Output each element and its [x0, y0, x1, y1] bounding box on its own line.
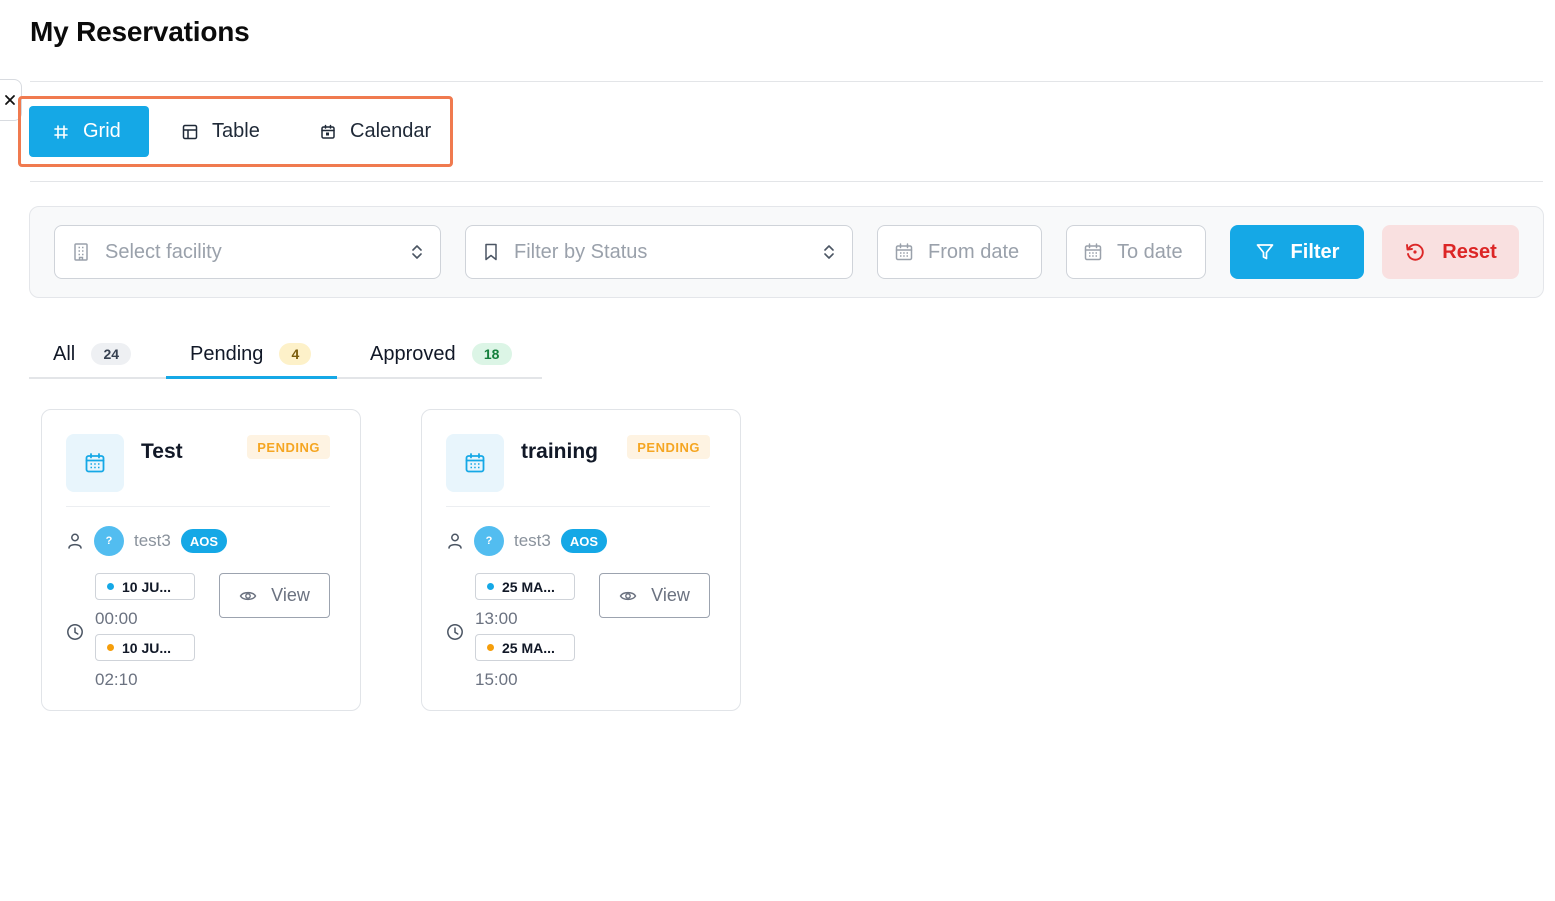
- table-icon: [182, 124, 198, 139]
- start-date: 10 JU...: [122, 578, 172, 595]
- filter-button-label: Filter: [1290, 240, 1340, 263]
- to-date-input[interactable]: To date: [1066, 225, 1206, 279]
- reset-icon: [1406, 243, 1424, 261]
- card-divider: [66, 506, 330, 507]
- view-table-label: Table: [212, 120, 260, 142]
- reservation-title: Test: [141, 440, 183, 463]
- status-badge: PENDING: [247, 435, 330, 459]
- view-switcher-divider: [30, 181, 1543, 182]
- tab-approved-count: 18: [471, 343, 512, 365]
- tab-approved-label: Approved: [370, 342, 456, 365]
- status-badge: PENDING: [627, 435, 710, 459]
- reservation-calendar-icon-box: [446, 434, 504, 492]
- reset-button[interactable]: Reset: [1382, 225, 1519, 279]
- calendar-icon: [321, 124, 335, 139]
- end-dot-icon: [487, 644, 494, 651]
- end-dot-icon: [107, 644, 114, 651]
- facility-select-placeholder: Select facility: [105, 240, 222, 263]
- start-date: 25 MA...: [502, 578, 555, 595]
- view-grid-label: Grid: [83, 120, 121, 142]
- end-date-chip: 10 JU...: [95, 634, 195, 661]
- reservation-user: ? test3 AOS: [66, 526, 228, 556]
- from-date-placeholder: From date: [928, 240, 1020, 263]
- reservation-calendar-icon-box: [66, 434, 124, 492]
- view-button-label: View: [271, 585, 310, 605]
- start-time: 13:00: [475, 609, 518, 628]
- start-date-chip: 25 MA...: [475, 573, 575, 600]
- clock-icon: [67, 624, 83, 640]
- hash-icon: [54, 124, 68, 139]
- bookmark-icon: [485, 243, 497, 261]
- to-date-placeholder: To date: [1117, 240, 1183, 263]
- avatar: ?: [94, 526, 124, 556]
- view-button[interactable]: View: [219, 573, 330, 618]
- view-calendar-label: Calendar: [350, 120, 432, 142]
- clock-icon: [447, 624, 463, 640]
- calendar-icon: [1084, 243, 1102, 261]
- tab-approved[interactable]: Approved 18: [370, 330, 512, 378]
- building-icon: [74, 243, 88, 261]
- view-button[interactable]: View: [599, 573, 710, 618]
- end-time: 02:10: [95, 670, 138, 689]
- reset-button-label: Reset: [1442, 240, 1497, 263]
- end-date: 10 JU...: [122, 639, 172, 656]
- chevron-up-down-icon: [412, 245, 422, 259]
- tab-pending-count: 4: [279, 343, 312, 365]
- start-time: 00:00: [95, 609, 138, 628]
- tab-all-count: 24: [91, 343, 132, 365]
- end-date-chip: 25 MA...: [475, 634, 575, 661]
- tab-pending[interactable]: Pending 4: [190, 330, 312, 378]
- tab-pending-label: Pending: [190, 342, 264, 365]
- reservation-card: Test PENDING ? test3 AOS 10 JU... 00:00 …: [41, 409, 361, 711]
- tab-all-label: All: [53, 342, 76, 365]
- start-dot-icon: [107, 583, 114, 590]
- eye-icon: [619, 591, 637, 600]
- department-badge: AOS: [180, 529, 228, 553]
- card-divider: [446, 506, 710, 507]
- end-time: 15:00: [475, 670, 518, 689]
- calendar-icon: [465, 453, 485, 473]
- end-date: 25 MA...: [502, 639, 555, 656]
- view-table-button[interactable]: Table: [158, 106, 288, 157]
- tab-all[interactable]: All 24: [53, 330, 132, 378]
- eye-icon: [239, 591, 257, 600]
- top-divider: [30, 81, 1543, 82]
- user-icon: [68, 533, 82, 549]
- view-calendar-button[interactable]: Calendar: [296, 106, 456, 157]
- status-select-placeholder: Filter by Status: [514, 240, 648, 263]
- calendar-icon: [85, 453, 105, 473]
- close-icon: [5, 95, 15, 105]
- reservation-user: ? test3 AOS: [446, 526, 608, 556]
- chevron-up-down-icon: [824, 245, 834, 259]
- reservation-title: training: [521, 440, 598, 463]
- filter-button[interactable]: Filter: [1230, 225, 1364, 279]
- calendar-icon: [895, 243, 913, 261]
- user-icon: [448, 533, 462, 549]
- from-date-input[interactable]: From date: [877, 225, 1042, 279]
- department-badge: AOS: [560, 529, 608, 553]
- reservation-card: training PENDING ? test3 AOS 25 MA... 13…: [421, 409, 741, 711]
- view-grid-button[interactable]: Grid: [29, 106, 149, 157]
- status-select[interactable]: Filter by Status: [465, 225, 853, 279]
- facility-select[interactable]: Select facility: [54, 225, 441, 279]
- page-title: My Reservations: [30, 16, 250, 47]
- avatar: ?: [474, 526, 504, 556]
- user-name: test3: [134, 531, 171, 550]
- funnel-icon: [1256, 244, 1273, 260]
- view-button-label: View: [651, 585, 690, 605]
- user-name: test3: [514, 531, 551, 550]
- start-date-chip: 10 JU...: [95, 573, 195, 600]
- start-dot-icon: [487, 583, 494, 590]
- active-tab-indicator: [166, 376, 337, 379]
